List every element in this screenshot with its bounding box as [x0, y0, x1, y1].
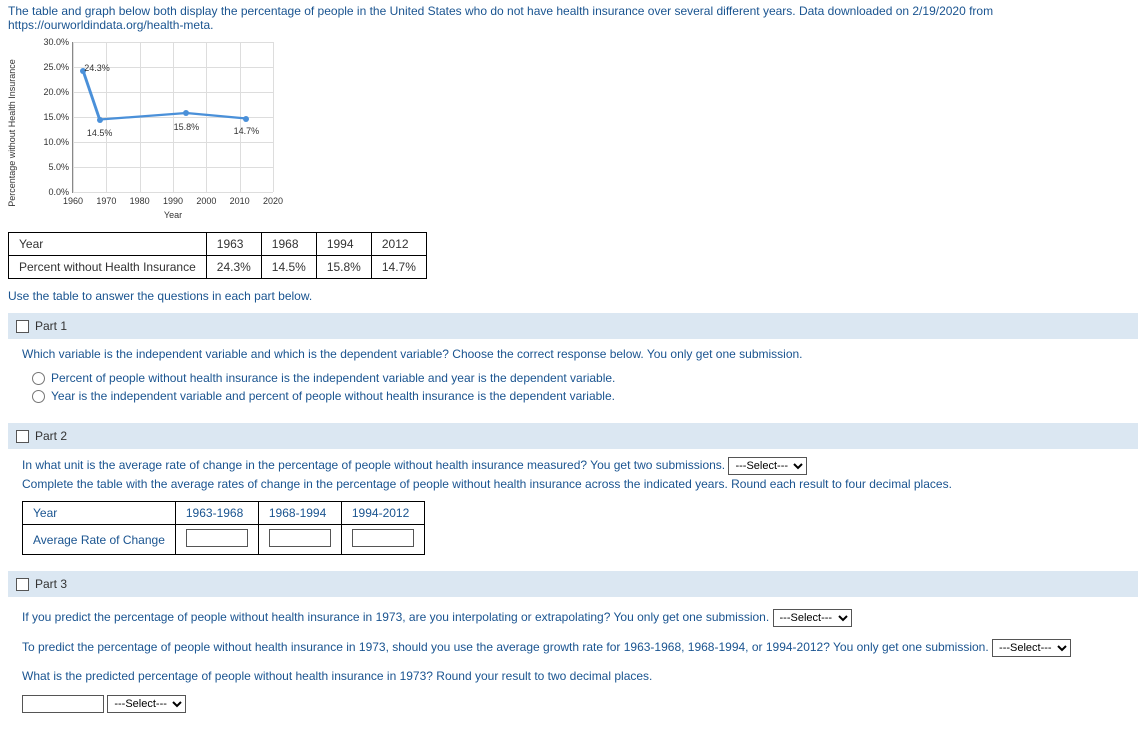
rate-input-1[interactable] — [186, 529, 248, 547]
table-cell — [258, 525, 341, 555]
part1-title: Part 1 — [35, 319, 67, 333]
data-point — [97, 117, 103, 123]
part1-header[interactable]: Part 1 — [8, 313, 1138, 339]
radio-option-b[interactable] — [32, 390, 45, 403]
part3-q1: If you predict the percentage of people … — [22, 610, 769, 624]
table-row: Year 1963 1968 1994 2012 — [9, 233, 427, 256]
rate-input-2[interactable] — [269, 529, 331, 547]
predicted-value-input[interactable] — [22, 695, 104, 713]
expand-icon[interactable] — [16, 320, 29, 333]
expand-icon[interactable] — [16, 430, 29, 443]
part2-header[interactable]: Part 2 — [8, 423, 1138, 449]
table-cell: 1994-2012 — [341, 502, 424, 525]
x-tick: 1970 — [96, 196, 116, 206]
table-row: Percent without Health Insurance 24.3% 1… — [9, 256, 427, 279]
part2-line2: Complete the table with the average rate… — [22, 477, 1132, 491]
predicted-unit-select[interactable]: ---Select--- — [107, 695, 186, 713]
part3-q3: What is the predicted percentage of peop… — [22, 669, 1132, 683]
interp-select[interactable]: ---Select--- — [773, 609, 852, 627]
table-cell: 1968 — [261, 233, 316, 256]
intro-text: The table and graph below both display t… — [8, 4, 1138, 32]
x-tick: 1990 — [163, 196, 183, 206]
x-axis-label: Year — [164, 210, 182, 220]
table-cell: 15.8% — [316, 256, 371, 279]
table-cell — [341, 525, 424, 555]
rate-table: Year 1963-1968 1968-1994 1994-2012 Avera… — [22, 501, 425, 555]
table-cell: 1963-1968 — [175, 502, 258, 525]
rate-input-3[interactable] — [352, 529, 414, 547]
y-tick: 25.0% — [43, 62, 69, 72]
table-cell: 14.7% — [371, 256, 426, 279]
data-point-label: 14.5% — [87, 128, 113, 138]
part3-header[interactable]: Part 3 — [8, 571, 1138, 597]
x-tick: 2000 — [196, 196, 216, 206]
table-cell — [175, 525, 258, 555]
y-tick: 5.0% — [48, 162, 69, 172]
plot-area: 0.0% 5.0% 10.0% 15.0% 20.0% 25.0% 30.0% … — [72, 42, 273, 193]
y-tick: 10.0% — [43, 137, 69, 147]
part3-q2: To predict the percentage of people with… — [22, 640, 989, 654]
table-row: Average Rate of Change — [23, 525, 425, 555]
part3-title: Part 3 — [35, 577, 67, 591]
x-tick: 1960 — [63, 196, 83, 206]
radio-label: Percent of people without health insuran… — [51, 371, 615, 385]
instruction-text: Use the table to answer the questions in… — [8, 289, 1138, 303]
part2-title: Part 2 — [35, 429, 67, 443]
table-cell: 1968-1994 — [258, 502, 341, 525]
radio-option-a[interactable] — [32, 372, 45, 385]
part2-q1: In what unit is the average rate of chan… — [22, 458, 725, 472]
table-cell: 1963 — [206, 233, 261, 256]
table-cell: Percent without Health Insurance — [9, 256, 207, 279]
x-tick: 1980 — [130, 196, 150, 206]
radio-label: Year is the independent variable and per… — [51, 389, 615, 403]
y-axis-label: Percentage without Health Insurance — [7, 59, 17, 207]
expand-icon[interactable] — [16, 578, 29, 591]
data-point — [243, 116, 249, 122]
chart: Percentage without Health Insurance 0.0%… — [28, 38, 278, 218]
x-tick: 2010 — [230, 196, 250, 206]
data-point-label: 14.7% — [234, 126, 260, 136]
x-tick: 2020 — [263, 196, 283, 206]
y-tick: 30.0% — [43, 37, 69, 47]
data-point-label: 15.8% — [174, 122, 200, 132]
y-tick: 20.0% — [43, 87, 69, 97]
table-cell: Average Rate of Change — [23, 525, 176, 555]
table-row: Year 1963-1968 1968-1994 1994-2012 — [23, 502, 425, 525]
y-tick: 15.0% — [43, 112, 69, 122]
table-cell: 2012 — [371, 233, 426, 256]
data-point-label: 24.3% — [84, 63, 110, 73]
unit-select[interactable]: ---Select--- — [728, 457, 807, 475]
table-cell: 24.3% — [206, 256, 261, 279]
data-table: Year 1963 1968 1994 2012 Percent without… — [8, 232, 427, 279]
table-cell: Year — [9, 233, 207, 256]
table-cell: 1994 — [316, 233, 371, 256]
table-cell: 14.5% — [261, 256, 316, 279]
part1-prompt: Which variable is the independent variab… — [22, 347, 1132, 361]
growthrate-select[interactable]: ---Select--- — [992, 639, 1071, 657]
table-cell: Year — [23, 502, 176, 525]
